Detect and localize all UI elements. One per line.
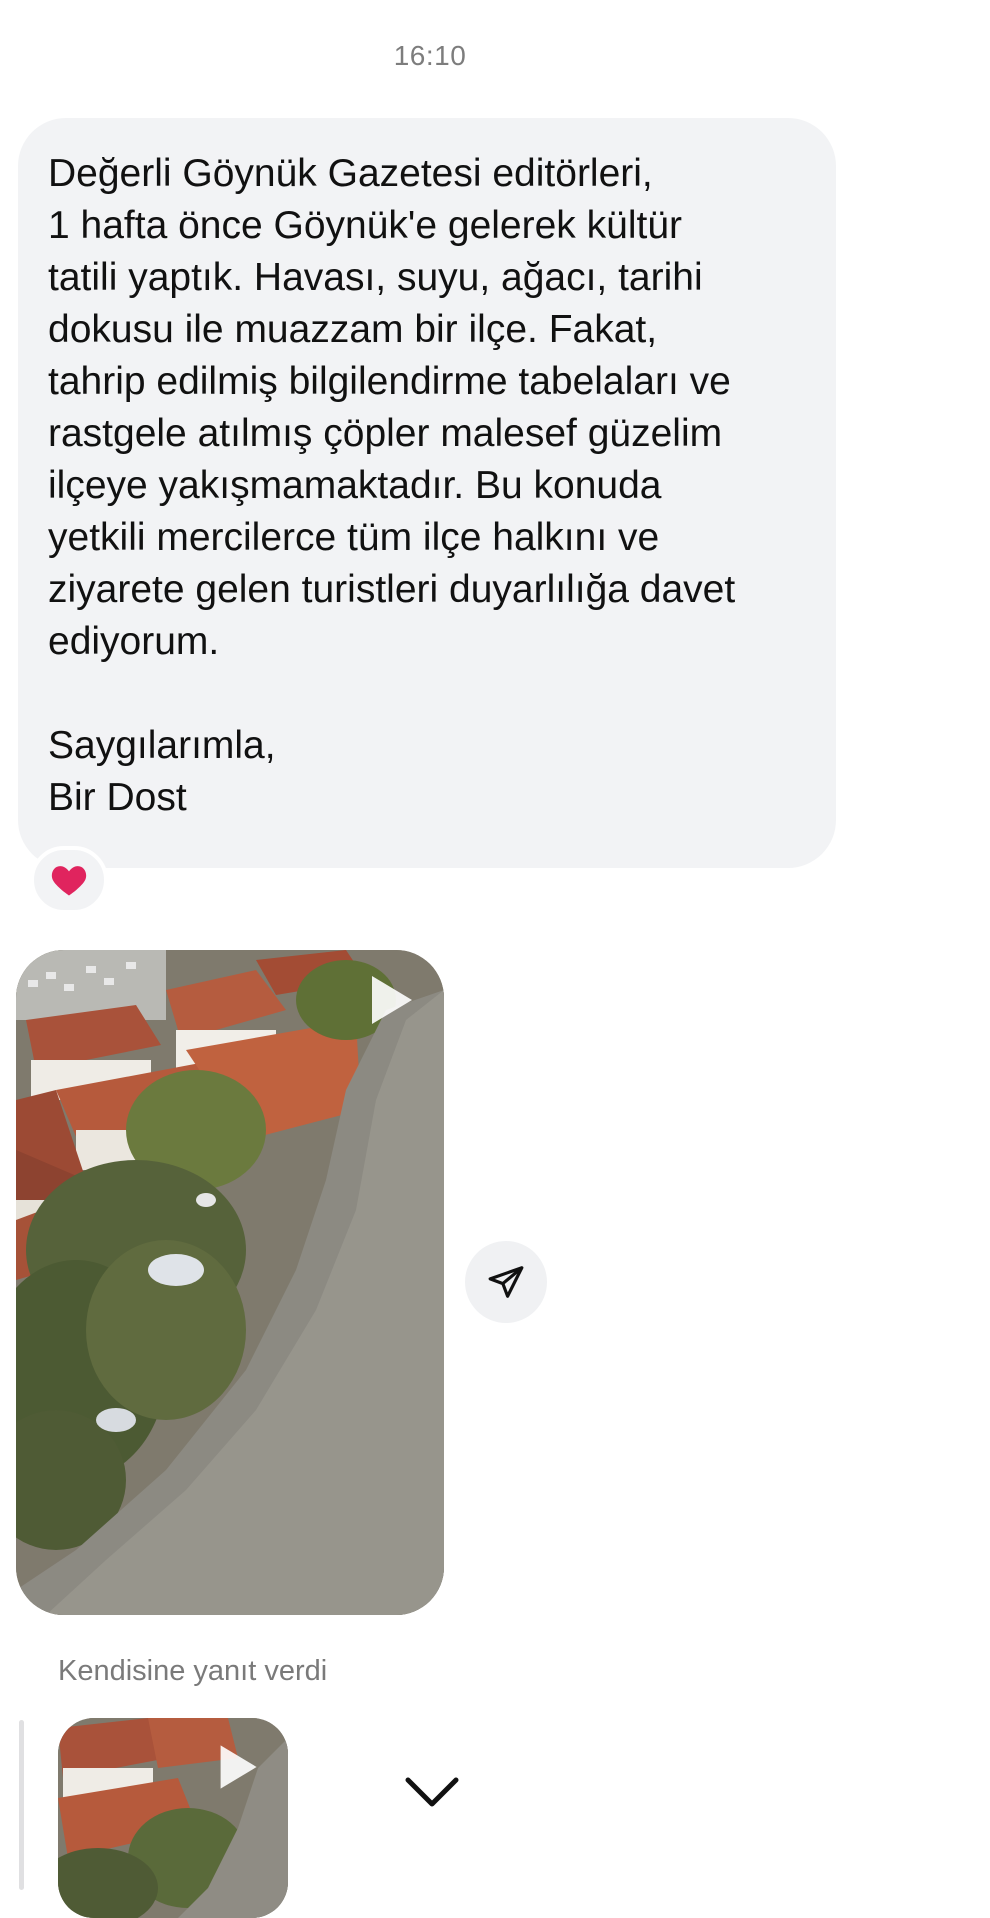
message-line: 1 hafta önce Göynük'e gelerek kültür bbox=[48, 204, 682, 247]
reply-video-thumbnail[interactable] bbox=[58, 1718, 288, 1918]
paper-plane-icon bbox=[488, 1266, 524, 1298]
message-line: rastgele atılmış çöpler malesef güzelim bbox=[48, 412, 723, 455]
message-bubble[interactable]: Değerli Göynük Gazetesi editörleri, 1 ha… bbox=[18, 118, 836, 868]
chevron-down-icon[interactable] bbox=[404, 1772, 460, 1812]
message-line: ediyorum. bbox=[48, 620, 220, 663]
message-line: ilçeye yakışmamaktadır. Bu konuda bbox=[48, 464, 662, 507]
reaction-badge[interactable] bbox=[30, 846, 108, 914]
message-line: ziyarete gelen turistleri duyarlılığa da… bbox=[48, 568, 736, 611]
message-signature: Bir Dost bbox=[48, 776, 187, 819]
play-icon[interactable] bbox=[358, 970, 418, 1030]
message-line: dokusu ile muazzam bir ilçe. Fakat, bbox=[48, 308, 658, 351]
message-timestamp: 16:10 bbox=[393, 40, 467, 71]
message-greeting: Değerli Göynük Gazetesi editörleri, bbox=[48, 152, 653, 195]
reply-label: Kendisine yanıt verdi bbox=[58, 1655, 328, 1687]
reply-indicator-bar bbox=[19, 1720, 24, 1890]
share-button[interactable] bbox=[465, 1241, 547, 1323]
video-thumbnail bbox=[16, 950, 444, 1615]
message-closing: Saygılarımla, bbox=[48, 724, 276, 767]
heart-icon bbox=[51, 866, 87, 896]
message-line: tatili yaptık. Havası, suyu, ağacı, tari… bbox=[48, 256, 703, 299]
play-icon[interactable] bbox=[208, 1740, 262, 1794]
video-attachment[interactable] bbox=[16, 950, 444, 1615]
message-line: yetkili mercilerce tüm ilçe halkını ve bbox=[48, 516, 660, 559]
message-line: tahrip edilmiş bilgilendirme tabelaları … bbox=[48, 360, 731, 403]
